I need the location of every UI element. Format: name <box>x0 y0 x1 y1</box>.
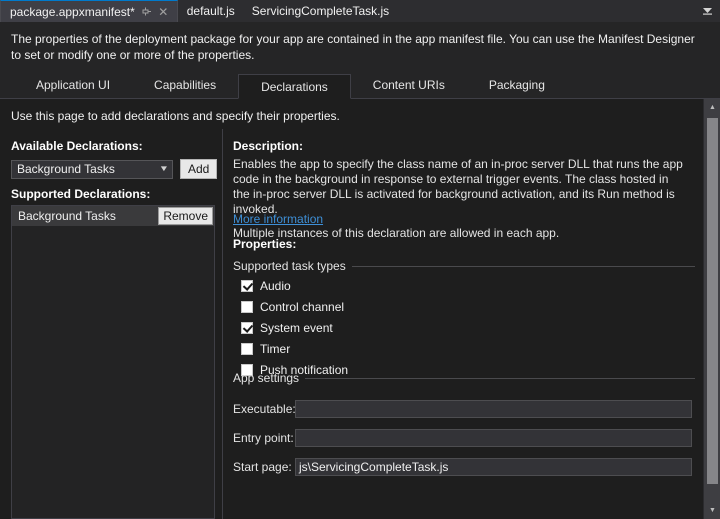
pane-divider <box>222 129 223 519</box>
more-information-link[interactable]: More information <box>233 212 323 226</box>
supported-declarations-label: Supported Declarations: <box>11 187 150 201</box>
doc-tab-label: package.appxmanifest* <box>10 2 135 22</box>
list-item[interactable]: Background Tasks Remove <box>12 206 214 226</box>
checkbox-audio-box[interactable] <box>241 280 253 292</box>
field-executable-label: Executable: <box>233 402 295 416</box>
group-app-settings: App settings <box>233 371 695 385</box>
declarations-right-pane: Description: Enables the app to specify … <box>233 129 695 519</box>
checkbox-system-event-label: System event <box>260 321 333 335</box>
tab-content-uris[interactable]: Content URIs <box>351 73 467 98</box>
checkbox-timer-box[interactable] <box>241 343 253 355</box>
declarations-page: Use this page to add declarations and sp… <box>0 99 720 519</box>
chevron-down-icon: ▼ <box>159 165 169 173</box>
scroll-down-icon[interactable]: ▼ <box>704 502 720 519</box>
tab-label: Declarations <box>261 80 328 94</box>
checkbox-timer-label: Timer <box>260 342 290 356</box>
checkbox-control-channel[interactable]: Control channel <box>241 300 344 314</box>
page-intro-text: Use this page to add declarations and sp… <box>11 109 340 123</box>
checkbox-system-event-box[interactable] <box>241 322 253 334</box>
add-button[interactable]: Add <box>180 159 217 179</box>
available-declarations-label: Available Declarations: <box>11 139 143 153</box>
available-declarations-dropdown[interactable]: Background Tasks ▼ <box>11 160 173 179</box>
pin-icon[interactable] <box>141 6 152 17</box>
tab-application-ui[interactable]: Application UI <box>14 73 132 98</box>
description-paragraph-2: Multiple instances of this declaration a… <box>233 226 688 241</box>
checkbox-timer[interactable]: Timer <box>241 342 290 356</box>
field-start-page: Start page: js\ServicingCompleteTask.js <box>233 458 695 476</box>
tab-packaging[interactable]: Packaging <box>467 73 567 98</box>
checkbox-audio[interactable]: Audio <box>241 279 291 293</box>
available-declarations-value: Background Tasks <box>17 162 115 176</box>
description-title: Description: <box>233 139 303 153</box>
doc-tab-label: default.js <box>187 1 235 21</box>
field-entry-point: Entry point: <box>233 429 695 447</box>
doc-tab-default-js[interactable]: default.js <box>178 0 243 22</box>
tab-label: Content URIs <box>373 78 445 92</box>
remove-button[interactable]: Remove <box>158 207 213 225</box>
tab-strip-spacer <box>397 0 694 22</box>
tab-declarations[interactable]: Declarations <box>238 74 351 99</box>
field-start-page-label: Start page: <box>233 460 295 474</box>
field-entry-point-label: Entry point: <box>233 431 295 445</box>
checkbox-audio-label: Audio <box>260 279 291 293</box>
tab-label: Packaging <box>489 78 545 92</box>
description-body: Enables the app to specify the class nam… <box>233 157 688 250</box>
group-label: Supported task types <box>233 259 346 273</box>
close-icon[interactable]: ✕ <box>158 6 169 17</box>
properties-title: Properties: <box>233 237 296 251</box>
tab-capabilities[interactable]: Capabilities <box>132 73 238 98</box>
list-item-label: Background Tasks <box>18 209 116 223</box>
available-declarations-row: Background Tasks ▼ Add <box>11 159 217 179</box>
group-separator <box>352 266 695 267</box>
entry-point-input[interactable] <box>295 429 692 447</box>
start-page-input[interactable]: js\ServicingCompleteTask.js <box>295 458 692 476</box>
doc-tab-servicingcompletetask-js[interactable]: ServicingCompleteTask.js <box>243 0 397 22</box>
supported-declarations-list[interactable]: Background Tasks Remove <box>11 205 215 519</box>
doc-tab-package-appxmanifest[interactable]: package.appxmanifest* ✕ <box>0 0 178 22</box>
manifest-header-text: The properties of the deployment package… <box>11 31 706 63</box>
executable-input[interactable] <box>295 400 692 418</box>
declarations-left-pane: Available Declarations: Background Tasks… <box>0 129 222 519</box>
group-label: App settings <box>233 371 299 385</box>
designer-tab-row: Application UI Capabilities Declarations… <box>0 74 720 99</box>
checkbox-control-channel-box[interactable] <box>241 301 253 313</box>
vertical-scrollbar[interactable]: ▲ ▼ <box>703 99 720 519</box>
group-separator <box>305 378 695 379</box>
scrollbar-thumb[interactable] <box>707 118 718 484</box>
manifest-header: The properties of the deployment package… <box>0 22 720 72</box>
scroll-up-icon[interactable]: ▲ <box>704 99 720 116</box>
checkbox-control-channel-label: Control channel <box>260 300 344 314</box>
document-tab-strip: package.appxmanifest* ✕ default.js Servi… <box>0 0 720 23</box>
tab-label: Application UI <box>36 78 110 92</box>
doc-tab-label: ServicingCompleteTask.js <box>252 1 389 21</box>
tab-label: Capabilities <box>154 78 216 92</box>
group-supported-task-types: Supported task types <box>233 259 695 273</box>
checkbox-system-event[interactable]: System event <box>241 321 333 335</box>
field-executable: Executable: <box>233 400 695 418</box>
chevron-down-icon[interactable] <box>694 0 720 22</box>
description-paragraph-1: Enables the app to specify the class nam… <box>233 157 688 217</box>
